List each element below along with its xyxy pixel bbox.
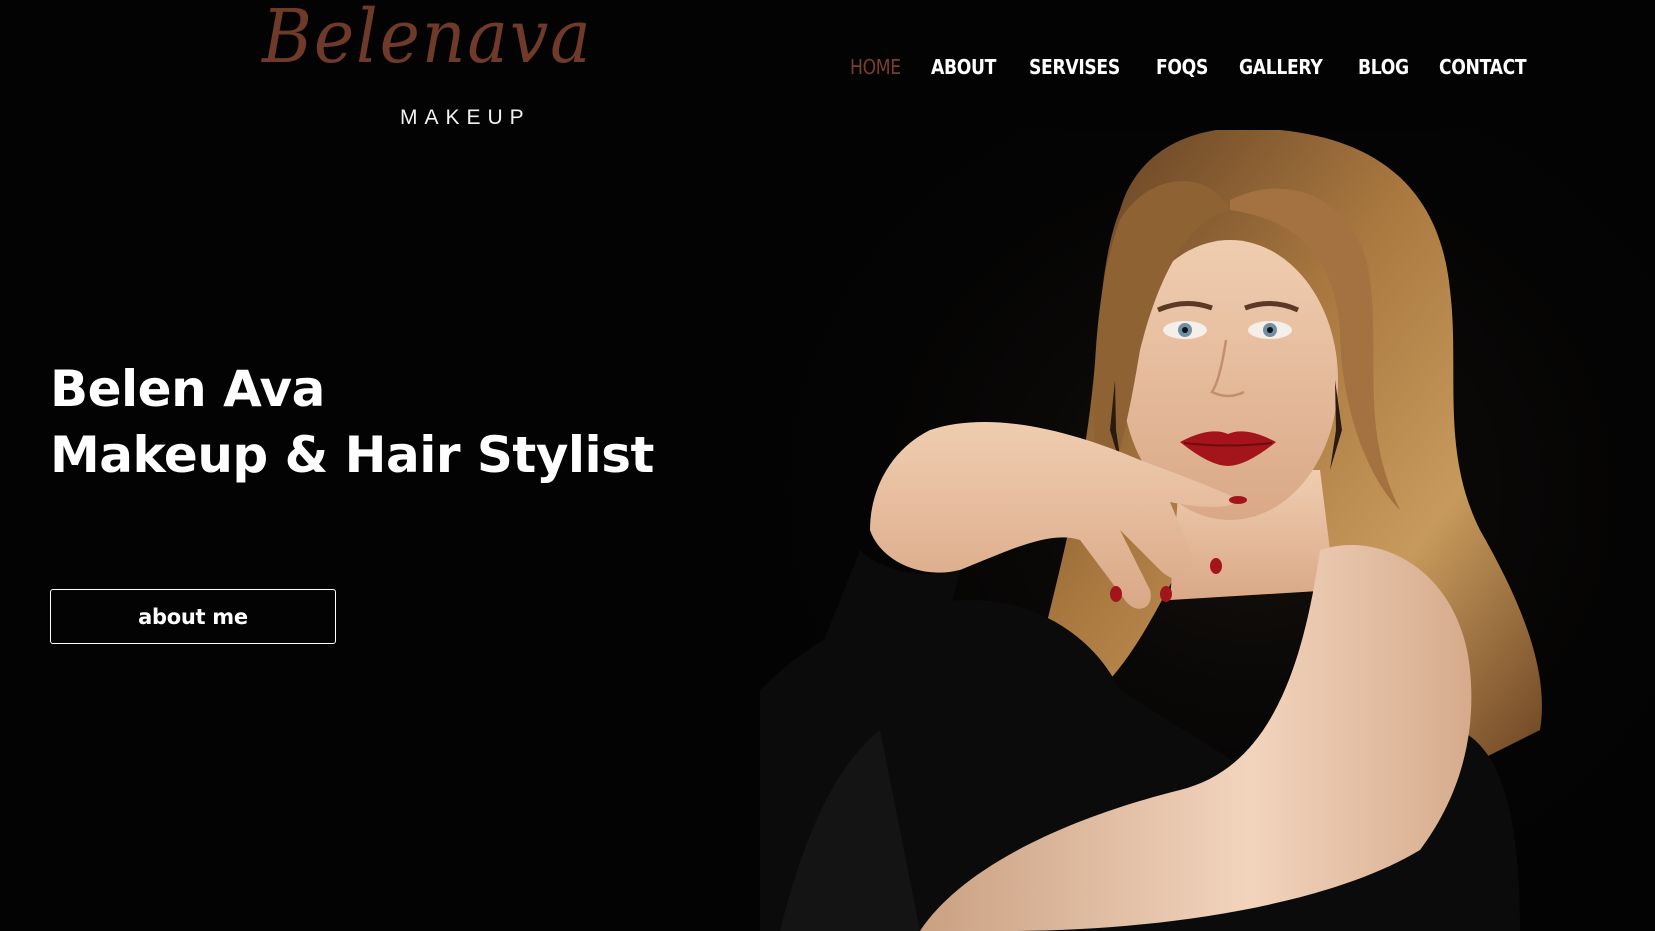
- brand-logo-script: Belenava: [262, 0, 593, 80]
- main-nav: HOME ABOUT SERVISES FOQS GALLERY BLOG CO…: [850, 52, 1563, 82]
- nav-item-contact[interactable]: CONTACT: [1439, 55, 1527, 79]
- nav-item-services[interactable]: SERVISES: [1029, 55, 1120, 79]
- brand-logo[interactable]: Belenava MAKEUP: [262, 0, 591, 140]
- about-me-button[interactable]: about me: [50, 589, 336, 644]
- nav-item-gallery[interactable]: GALLERY: [1239, 55, 1323, 79]
- nav-item-blog[interactable]: BLOG: [1358, 55, 1409, 79]
- hero-title-line-1: Belen Ava: [50, 360, 325, 418]
- hero-portrait-image: [760, 130, 1655, 931]
- brand-logo-subtitle: MAKEUP: [400, 106, 531, 129]
- nav-item-faqs[interactable]: FOQS: [1156, 55, 1208, 79]
- hero-title: Belen Ava Makeup & Hair Stylist: [50, 356, 654, 488]
- hero-title-line-2: Makeup & Hair Stylist: [50, 426, 654, 484]
- nav-item-home[interactable]: HOME: [850, 55, 901, 79]
- page: Belenava MAKEUP HOME ABOUT SERVISES FOQS…: [0, 0, 1655, 931]
- nav-item-about[interactable]: ABOUT: [931, 55, 996, 79]
